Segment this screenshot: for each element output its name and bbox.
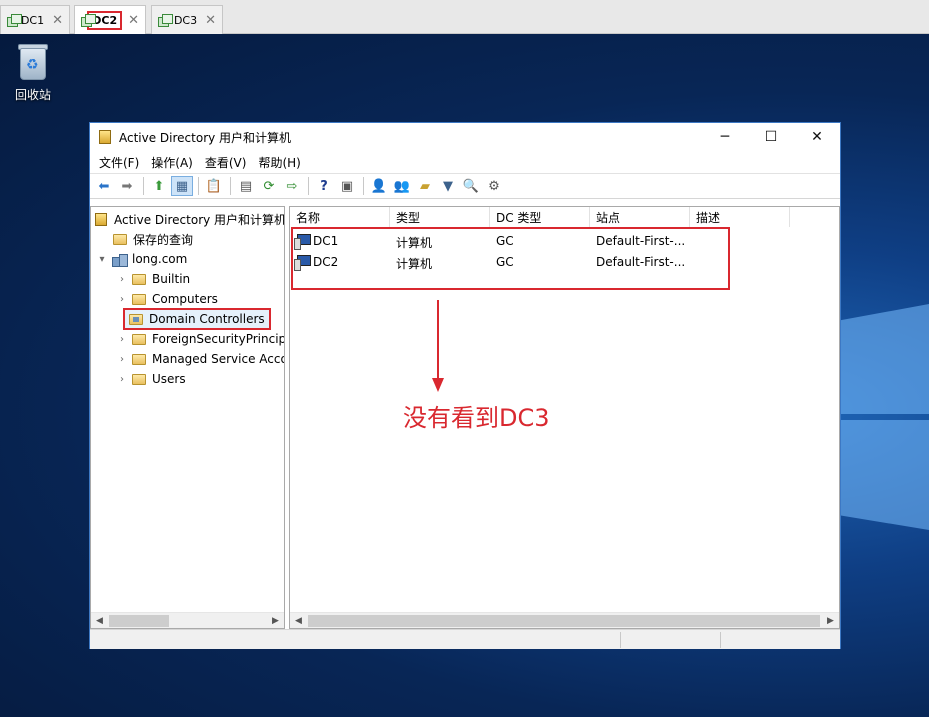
status-bar — [90, 629, 840, 649]
recycle-bin-label: 回收站 — [14, 88, 51, 102]
vm-tab-label: DC1 — [20, 13, 45, 27]
up-folder-icon[interactable]: ⬆ — [148, 176, 170, 196]
annotation-arrow-head — [432, 378, 444, 392]
vm-icon — [81, 14, 97, 27]
tree-item-label: Domain Controllers — [149, 312, 265, 326]
new-user-icon[interactable]: 👤 — [368, 176, 390, 196]
recycle-bin-icon: ♻ — [16, 42, 50, 82]
menu-view[interactable]: 查看(V) — [199, 154, 253, 171]
vm-tab-strip: DC1 ✕ DC2 ✕ DC3 ✕ — [0, 0, 929, 34]
add-to-group-icon[interactable]: ⚙ — [483, 176, 505, 196]
list-horizontal-scrollbar[interactable]: ◀ ▶ — [290, 612, 839, 628]
tree-item-label: Users — [152, 372, 186, 386]
help-icon[interactable]: ? — [313, 176, 335, 196]
filter-icon[interactable]: ▼ — [437, 176, 459, 196]
scroll-thumb[interactable] — [109, 615, 169, 627]
status-segment — [620, 632, 720, 648]
recycle-bin[interactable]: ♻ 回收站 — [8, 42, 58, 103]
tree-item-label: Builtin — [152, 272, 191, 286]
chevron-right-icon[interactable]: › — [115, 274, 129, 285]
column-header-type[interactable]: 类型 — [390, 207, 490, 227]
vm-tab-dc1[interactable]: DC1 ✕ — [0, 5, 70, 34]
chevron-right-icon[interactable]: › — [115, 334, 129, 345]
vm-icon — [7, 14, 22, 27]
properties-icon[interactable]: ▤ — [235, 176, 257, 196]
scroll-left-icon[interactable]: ◀ — [91, 613, 108, 629]
chevron-right-icon[interactable]: › — [115, 294, 129, 305]
tree-item-label: ForeignSecurityPrincipa — [152, 332, 285, 346]
tree-item-managed-service-accounts[interactable]: › Managed Service Acco — [115, 349, 285, 369]
tree-horizontal-scrollbar[interactable]: ◀ ▶ — [91, 612, 284, 628]
chevron-right-icon[interactable]: › — [115, 374, 129, 385]
chevron-down-icon[interactable]: ▾ — [95, 254, 109, 265]
menu-help[interactable]: 帮助(H) — [252, 154, 306, 171]
close-button[interactable]: ✕ — [794, 123, 840, 151]
tree-item-root[interactable]: Active Directory 用户和计算机 — [95, 209, 285, 229]
column-header-dc-type[interactable]: DC 类型 — [490, 207, 590, 227]
chevron-right-icon[interactable]: › — [115, 354, 129, 365]
export-list-icon[interactable]: ⇨ — [281, 176, 303, 196]
folder-icon — [132, 293, 146, 305]
tree-item-label: Computers — [152, 292, 218, 306]
selection-highlight: Domain Controllers — [123, 308, 271, 330]
folder-icon — [132, 333, 146, 345]
tree-item-domain[interactable]: ▾ long.com — [95, 249, 187, 269]
back-arrow-icon[interactable]: ⬅ — [93, 176, 115, 196]
annotation-highlight-box — [291, 227, 730, 290]
column-header-name[interactable]: 名称 — [290, 207, 390, 227]
tree-item-label: Active Directory 用户和计算机 — [114, 212, 285, 227]
tree-item-label: long.com — [132, 252, 188, 266]
toolbar: ⬅ ➡ ⬆ ▦ 📋 ▤ ⟳ ⇨ ? ▣ 👤 👥 ▰ ▼ 🔍 ⚙ — [90, 173, 840, 199]
window-title: Active Directory 用户和计算机 — [119, 130, 292, 145]
clipboard-icon[interactable]: 📋 — [203, 176, 225, 196]
ad-app-icon — [95, 212, 107, 226]
close-icon[interactable]: ✕ — [128, 13, 139, 28]
column-header-description[interactable]: 描述 — [690, 207, 790, 227]
show-hide-tree-icon[interactable]: ▦ — [171, 176, 193, 196]
folder-icon — [129, 313, 143, 325]
vm-tab-label: DC3 — [173, 13, 198, 27]
tree-item-saved-queries[interactable]: 保存的查询 — [113, 229, 193, 249]
tree-item-label: 保存的查询 — [133, 232, 194, 247]
new-group-icon[interactable]: 👥 — [391, 176, 413, 196]
menu-file[interactable]: 文件(F) — [93, 154, 145, 171]
ad-users-computers-window: Active Directory 用户和计算机 ─ ☐ ✕ 文件(F) 操作(A… — [89, 122, 841, 649]
close-icon[interactable]: ✕ — [52, 13, 63, 28]
vm-tab-dc2[interactable]: DC2 ✕ — [74, 5, 146, 34]
domain-icon — [112, 253, 128, 267]
scroll-right-icon[interactable]: ▶ — [267, 613, 284, 629]
scroll-right-icon[interactable]: ▶ — [822, 613, 839, 629]
maximize-button[interactable]: ☐ — [748, 123, 794, 151]
close-icon[interactable]: ✕ — [205, 13, 216, 28]
folder-icon — [132, 273, 146, 285]
ad-app-icon — [99, 130, 111, 144]
tree-item-computers[interactable]: › Computers — [115, 289, 218, 309]
annotation-text: 没有看到DC3 — [403, 404, 550, 432]
forward-arrow-icon[interactable]: ➡ — [116, 176, 138, 196]
tree-item-builtin[interactable]: › Builtin — [115, 269, 190, 289]
find-icon[interactable]: 🔍 — [460, 176, 482, 196]
vm-tab-dc3[interactable]: DC3 ✕ — [151, 5, 223, 34]
console-icon[interactable]: ▣ — [336, 176, 358, 196]
folder-icon — [132, 373, 146, 385]
title-bar[interactable]: Active Directory 用户和计算机 ─ ☐ ✕ — [90, 123, 840, 151]
vm-icon — [158, 14, 173, 27]
annotation-arrow — [437, 300, 439, 382]
status-segment — [720, 632, 838, 648]
tree-item-label: Managed Service Acco — [152, 352, 285, 366]
console-tree: Active Directory 用户和计算机 保存的查询 ▾ long.com… — [90, 206, 285, 629]
tree-item-foreign-security-principals[interactable]: › ForeignSecurityPrincipa — [115, 329, 285, 349]
minimize-button[interactable]: ─ — [702, 123, 748, 151]
folder-icon — [132, 353, 146, 365]
new-ou-icon[interactable]: ▰ — [414, 176, 436, 196]
menu-action[interactable]: 操作(A) — [145, 154, 199, 171]
menu-bar: 文件(F) 操作(A) 查看(V) 帮助(H) — [90, 151, 840, 173]
refresh-icon[interactable]: ⟳ — [258, 176, 280, 196]
folder-icon — [113, 233, 127, 245]
column-header-site[interactable]: 站点 — [590, 207, 690, 227]
scroll-left-icon[interactable]: ◀ — [290, 613, 307, 629]
tree-item-domain-controllers[interactable]: Domain Controllers — [123, 308, 271, 330]
scroll-thumb[interactable] — [308, 615, 820, 627]
tree-item-users[interactable]: › Users — [115, 369, 186, 389]
